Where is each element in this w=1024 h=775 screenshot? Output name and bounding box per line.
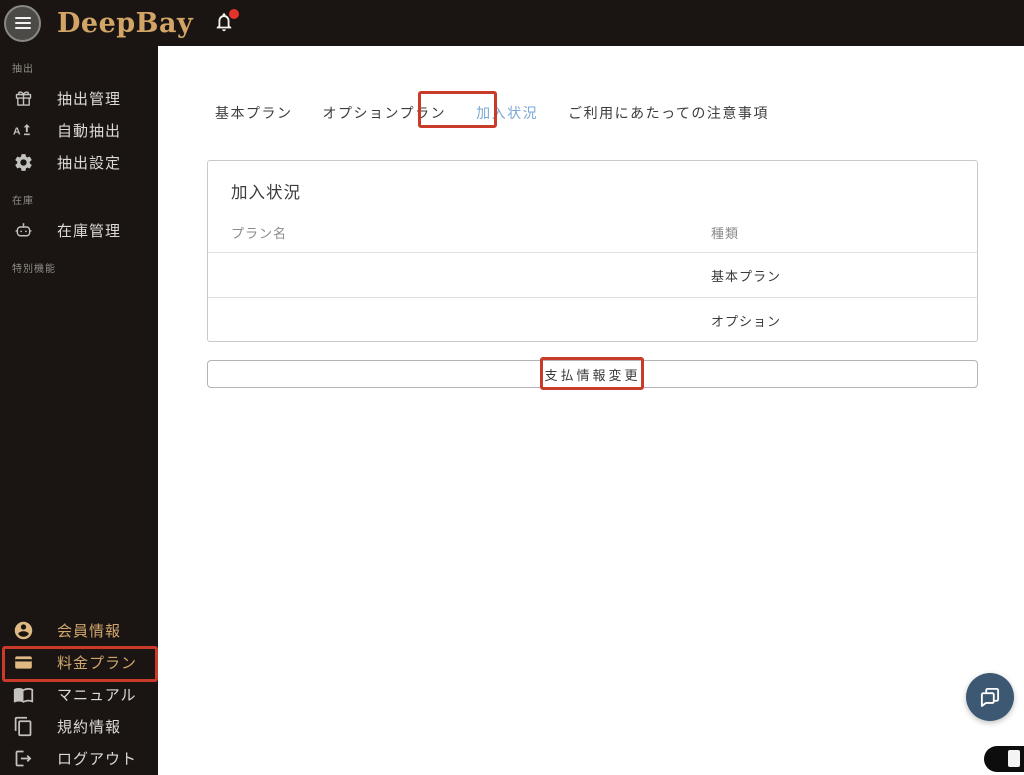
sidebar-item-manual[interactable]: マニュアル [0, 678, 158, 710]
svg-text:A: A [13, 125, 21, 137]
sidebar-item-label: 抽出設定 [57, 154, 122, 172]
hamburger-menu-button[interactable] [4, 4, 41, 42]
plan-tabs: 基本プラン オプションプラン 加入状況 ご利用にあたっての注意事項 [215, 103, 769, 123]
text-up-icon: A [13, 120, 34, 141]
sidebar-item-pricing-plan[interactable]: 料金プラン [0, 646, 158, 678]
payment-info-change-button[interactable]: 支払情報変更 [207, 360, 978, 388]
sidebar-item-member-info[interactable]: 会員情報 [0, 614, 158, 646]
sidebar-item-inventory-management[interactable]: 在庫管理 [0, 214, 158, 246]
notification-badge [229, 9, 240, 19]
sidebar-item-extraction-settings[interactable]: 抽出設定 [0, 146, 158, 178]
sidebar-item-label: 自動抽出 [57, 122, 122, 140]
logout-icon [13, 748, 34, 769]
card-title: 加入状況 [231, 184, 301, 202]
chat-support-button[interactable] [966, 673, 1014, 721]
sidebar-item-label: 料金プラン [57, 654, 138, 672]
tab-usage-notes[interactable]: ご利用にあたっての注意事項 [568, 103, 769, 123]
sidebar-item-label: 会員情報 [57, 622, 122, 640]
credit-card-icon [13, 652, 34, 673]
column-plan-name: プラン名 [231, 226, 288, 241]
chat-bubbles-icon [980, 687, 1000, 707]
gear-icon [13, 152, 34, 173]
column-type: 種類 [711, 226, 740, 241]
plan-type-cell: オプション [711, 313, 782, 329]
notifications-button[interactable] [213, 9, 240, 35]
app-header: DeepBay [0, 0, 1024, 46]
table-row: 基本プラン [208, 253, 977, 297]
sidebar-section-inventory: 在庫 [12, 196, 34, 207]
sidebar-item-label: ログアウト [57, 750, 138, 768]
sidebar-section-extraction: 抽出 [12, 64, 34, 75]
tab-option-plan[interactable]: オプションプラン [323, 103, 447, 123]
table-header-row: プラン名 種類 [208, 203, 977, 252]
gift-icon [13, 88, 34, 109]
plan-type-cell: 基本プラン [711, 268, 782, 284]
documents-icon [13, 716, 34, 737]
sidebar-item-label: 在庫管理 [57, 222, 122, 240]
sidebar-item-label: 規約情報 [57, 718, 122, 736]
sidebar-item-label: マニュアル [57, 686, 137, 704]
sidebar-item-auto-extraction[interactable]: A 自動抽出 [0, 114, 158, 146]
app-logo: DeepBay [57, 7, 194, 39]
tab-basic-plan[interactable]: 基本プラン [215, 103, 293, 123]
sidebar-item-logout[interactable]: ログアウト [0, 742, 158, 774]
person-icon [13, 620, 34, 641]
sidebar: 抽出 抽出管理 A 自動抽出 抽出設定 在庫 在庫管理 特別機能 会員情報 料金… [0, 46, 158, 775]
bottom-right-pill [984, 746, 1024, 772]
table-row: オプション [208, 298, 977, 342]
sidebar-section-special: 特別機能 [12, 264, 56, 275]
subscription-status-card: 加入状況 プラン名 種類 基本プラン オプション [207, 160, 978, 342]
book-icon [13, 684, 34, 705]
pill-chip [1008, 750, 1020, 767]
tab-subscription-status[interactable]: 加入状況 [476, 103, 538, 123]
sidebar-item-label: 抽出管理 [57, 90, 122, 108]
payment-button-label: 支払情報変更 [544, 367, 641, 383]
robot-icon [13, 220, 34, 241]
sidebar-item-terms-info[interactable]: 規約情報 [0, 710, 158, 742]
sidebar-bottom-group: 会員情報 料金プラン マニュアル 規約情報 ログアウト [0, 614, 158, 775]
sidebar-item-extraction-management[interactable]: 抽出管理 [0, 82, 158, 114]
